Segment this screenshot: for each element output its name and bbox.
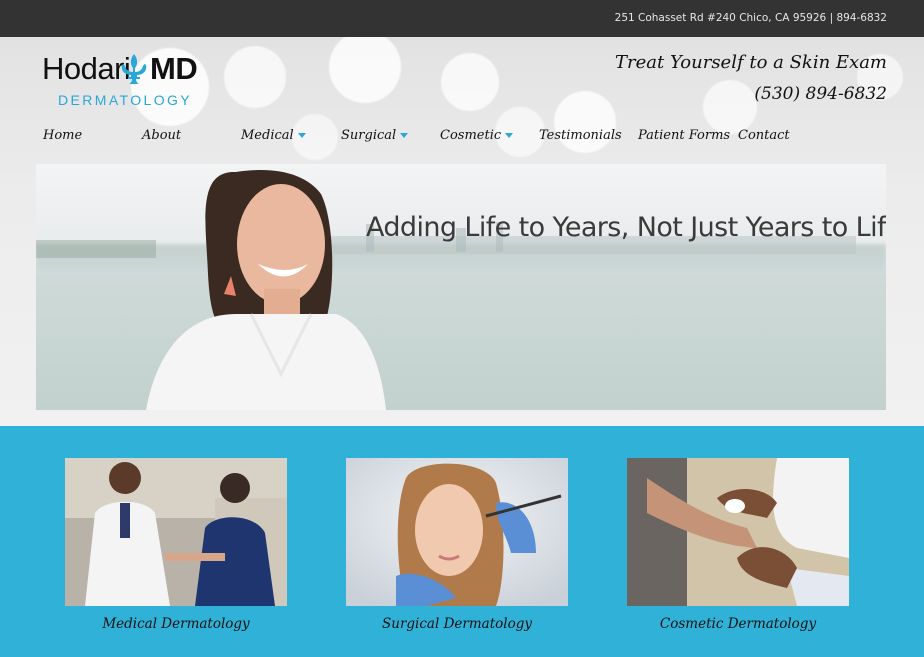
logo-md: MD xyxy=(150,51,198,86)
cosmetic-dermatology-photo[interactable] xyxy=(627,458,849,606)
site-logo[interactable]: Hodari MD DERMATOLOGY xyxy=(42,51,198,112)
chevron-down-icon xyxy=(400,133,409,138)
surgical-dermatology-label[interactable]: Surgical Dermatology xyxy=(346,616,568,632)
hero-headline: Adding Life to Years, Not Just Years to … xyxy=(366,212,886,243)
medical-dermatology-photo[interactable] xyxy=(65,458,287,606)
logo-subtitle: DERMATOLOGY xyxy=(58,92,193,108)
nav-patient-forms[interactable]: Patient Forms xyxy=(638,128,730,143)
nav-surgical[interactable]: Surgical xyxy=(341,128,409,143)
fleur-de-lis-icon xyxy=(121,54,147,84)
tagline-text: Treat Yourself to a Skin Exam xyxy=(615,52,887,73)
main-nav: Home About Medical Surgical Cosmetic Tes… xyxy=(0,128,924,150)
nav-contact[interactable]: Contact xyxy=(738,128,790,143)
chevron-down-icon xyxy=(505,133,514,138)
hero-banner: Adding Life to Years, Not Just Years to … xyxy=(36,164,886,410)
cosmetic-dermatology-label[interactable]: Cosmetic Dermatology xyxy=(627,616,849,632)
nav-medical[interactable]: Medical xyxy=(241,128,306,143)
card-surgical-dermatology[interactable]: Surgical Dermatology xyxy=(346,458,568,632)
logo-name: Hodari xyxy=(42,51,131,86)
surgical-dermatology-photo[interactable] xyxy=(346,458,568,606)
services-section: Medical Dermatology Surgical Dermatology… xyxy=(0,426,924,657)
nav-testimonials[interactable]: Testimonials xyxy=(539,128,622,143)
header-tagline: Treat Yourself to a Skin Exam (530) 894-… xyxy=(615,51,887,106)
hero-woman-photo xyxy=(36,170,856,410)
top-bar: 251 Cohasset Rd #240 Chico, CA 95926 | 8… xyxy=(0,0,924,37)
nav-cosmetic[interactable]: Cosmetic xyxy=(440,128,514,143)
contact-address: 251 Cohasset Rd #240 Chico, CA 95926 | 8… xyxy=(614,12,887,24)
chevron-down-icon xyxy=(297,133,306,138)
card-cosmetic-dermatology[interactable]: Cosmetic Dermatology xyxy=(627,458,849,632)
card-medical-dermatology[interactable]: Medical Dermatology xyxy=(65,458,287,632)
nav-home[interactable]: Home xyxy=(43,128,82,143)
medical-dermatology-label[interactable]: Medical Dermatology xyxy=(65,616,287,632)
header-phone[interactable]: (530) 894-6832 xyxy=(615,82,887,106)
nav-about[interactable]: About xyxy=(142,128,181,143)
